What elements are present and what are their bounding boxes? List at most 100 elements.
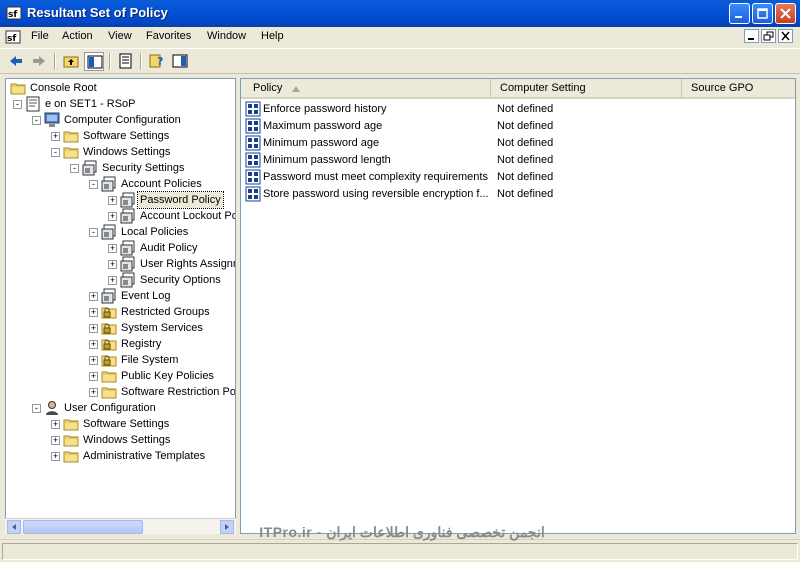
expand-icon[interactable]: + [89,356,98,365]
expand-icon[interactable]: + [108,196,117,205]
tree-node[interactable]: + Software Settings [6,128,235,144]
expand-icon[interactable]: + [89,340,98,349]
column-label-computer-setting: Computer Setting [500,82,586,94]
status-cell [2,543,798,560]
tree-node[interactable]: + Password Policy [6,191,235,209]
expand-icon[interactable]: + [108,212,117,221]
child-restore-button[interactable] [761,29,776,43]
expand-icon[interactable]: + [89,324,98,333]
results-list[interactable]: Policy Computer Setting Source GPO Enfor… [240,78,796,534]
arrow-left-icon [12,524,16,530]
security-settings-icon [120,208,136,224]
tree-node[interactable]: - User Configuration [6,400,235,416]
status-bar [0,539,800,562]
tree-horizontal-scrollbar[interactable] [5,518,236,534]
system-menu-icon[interactable]: sf [5,29,21,45]
help-button[interactable]: ? [147,52,167,71]
table-row[interactable]: Password must meet complexity requiremen… [245,169,793,186]
tree-node[interactable]: - Account Policies [6,176,235,192]
tree-node[interactable]: - Computer Configuration [6,112,235,128]
column-header-source-gpo[interactable]: Source GPO [682,79,795,99]
expand-icon[interactable]: + [51,132,60,141]
child-minimize-button[interactable] [744,29,759,43]
tree-node[interactable]: - Local Policies [6,224,235,240]
expand-icon[interactable]: + [89,388,98,397]
lock-folder-icon [101,304,117,320]
table-row[interactable]: Maximum password age Not defined [245,118,793,135]
collapse-icon[interactable]: - [70,164,79,173]
action-pane-icon [172,54,188,68]
column-header-computer-setting[interactable]: Computer Setting [491,79,682,99]
expand-icon[interactable]: + [89,372,98,381]
policy-icon [245,135,261,151]
table-row[interactable]: Minimum password age Not defined [245,135,793,152]
expand-icon[interactable]: + [108,244,117,253]
column-header-policy[interactable]: Policy [241,79,491,99]
watermark-text: ITPro.ir - انجمن تخصصی فناوری اطلاعات ای… [259,524,545,540]
tree-node[interactable]: Console Root [6,80,235,96]
computer-setting-cell: Not defined [497,120,554,132]
expand-icon[interactable]: + [51,420,60,429]
tree-node[interactable]: + System Services [6,320,235,336]
tree-node[interactable]: - e on SET1 - RSoP [6,96,235,112]
table-row[interactable]: Store password using reversible encrypti… [245,186,793,203]
minimize-icon [748,38,754,40]
forward-button[interactable] [29,52,49,71]
tree-node[interactable]: + Registry [6,336,235,352]
console-tree[interactable]: Console Root - e on SET1 - RSoP - Computer C… [5,78,236,534]
sort-ascending-icon [292,86,300,92]
collapse-icon[interactable]: - [89,228,98,237]
policy-name-cell: Minimum password age [263,137,380,149]
expand-icon[interactable]: + [51,436,60,445]
expand-icon[interactable]: + [89,292,98,301]
tree-node[interactable]: + Administrative Templates [6,448,235,464]
tree-node[interactable]: + Windows Settings [6,432,235,448]
export-list-button[interactable] [116,52,136,71]
menu-help[interactable]: Help [261,30,284,42]
expand-icon[interactable]: + [89,308,98,317]
computer-setting-cell: Not defined [497,154,554,166]
folder-icon [63,128,79,144]
tree-node[interactable]: + Event Log [6,288,235,304]
collapse-icon[interactable]: - [13,100,22,109]
show-hide-action-pane-button[interactable] [170,52,190,71]
menu-view[interactable]: View [108,30,132,42]
collapse-icon[interactable]: - [89,180,98,189]
tree-node[interactable]: + Restricted Groups [6,304,235,320]
minimize-button[interactable] [729,3,750,24]
collapse-icon[interactable]: - [32,404,41,413]
scrollbar-thumb[interactable] [23,520,143,534]
title-bar[interactable]: sf Resultant Set of Policy [0,0,800,27]
close-button[interactable] [775,3,796,24]
back-button[interactable] [6,52,26,71]
expand-icon[interactable]: + [108,276,117,285]
tree-node[interactable]: + Software Settings [6,416,235,432]
expand-icon[interactable]: + [108,260,117,269]
table-row[interactable]: Enforce password history Not defined [245,101,793,118]
up-one-level-button[interactable] [61,52,81,71]
tree-node[interactable]: + User Rights Assignr [6,256,235,272]
expand-icon[interactable]: + [51,452,60,461]
maximize-button[interactable] [752,3,773,24]
tree-node[interactable]: + Software Restriction Po [6,384,235,400]
tree-node[interactable]: - Security Settings [6,160,235,176]
scroll-left-button[interactable] [7,520,21,534]
tree-node[interactable]: + Public Key Policies [6,368,235,384]
tree-node[interactable]: + Security Options [6,272,235,288]
tree-node[interactable]: + File System [6,352,235,368]
collapse-icon[interactable]: - [51,148,60,157]
table-row[interactable]: Minimum password length Not defined [245,152,793,169]
menu-action[interactable]: Action [62,30,93,42]
computer-setting-cell: Not defined [497,103,554,115]
show-hide-tree-button[interactable] [84,52,104,71]
tree-node[interactable]: + Audit Policy [6,240,235,256]
collapse-icon[interactable]: - [32,116,41,125]
tree-node[interactable]: + Account Lockout Po [6,208,235,224]
tree-node[interactable]: - Windows Settings [6,144,235,160]
menu-file[interactable]: File [31,30,49,42]
child-close-button[interactable] [778,29,793,43]
tree-node-label: Console Root [30,82,97,94]
tree-node-label: Audit Policy [140,242,198,254]
menu-window[interactable]: Window [207,30,246,42]
menu-favorites[interactable]: Favorites [146,30,191,42]
